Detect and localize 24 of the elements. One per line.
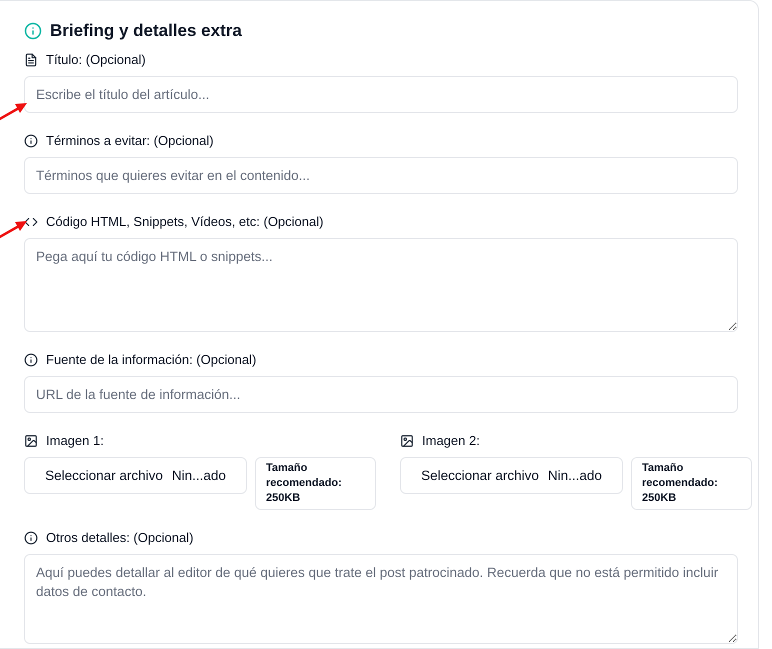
- text-area[interactable]: Pega aquí tu código HTML o snippets...: [24, 238, 738, 332]
- info-icon: [24, 22, 42, 40]
- field-label: Fuente de la información: (Opcional): [46, 352, 256, 367]
- image-icon: [400, 434, 414, 448]
- field-label: Título: (Opcional): [46, 52, 146, 67]
- file-picker[interactable]: Seleccionar archivo Nin...ado: [24, 457, 247, 494]
- section-title: Briefing y detalles extra: [50, 21, 242, 41]
- field-label: Imagen 2:: [422, 433, 480, 448]
- info-icon: [24, 530, 38, 544]
- field-label: Otros detalles: (Opcional): [46, 530, 194, 545]
- info-icon: [24, 134, 38, 148]
- field-label: Imagen 1:: [46, 433, 104, 448]
- field-label: Código HTML, Snippets, Vídeos, etc: (Opcional): [46, 214, 324, 229]
- size-hint: Tamaño recomendado: 250KB: [255, 457, 376, 510]
- size-hint: Tamaño recomendado: 250KB: [631, 457, 752, 510]
- text-field[interactable]: Escribe el título del artículo...: [24, 76, 738, 113]
- image-icon: [24, 434, 38, 448]
- text-field[interactable]: URL de la fuente de información...: [24, 376, 738, 413]
- document-icon: [24, 52, 38, 66]
- file-picker[interactable]: Seleccionar archivo Nin...ado: [400, 457, 623, 494]
- text-area[interactable]: Aquí puedes detallar al editor de qué quieres que trate el post patrocinado. Recuerda que no está permitido incluir datos de contacto.: [24, 554, 738, 644]
- text-field[interactable]: Términos que quieres evitar en el contenido...: [24, 157, 738, 194]
- field-label: Términos a evitar: (Opcional): [46, 133, 214, 148]
- info-icon: [24, 352, 38, 366]
